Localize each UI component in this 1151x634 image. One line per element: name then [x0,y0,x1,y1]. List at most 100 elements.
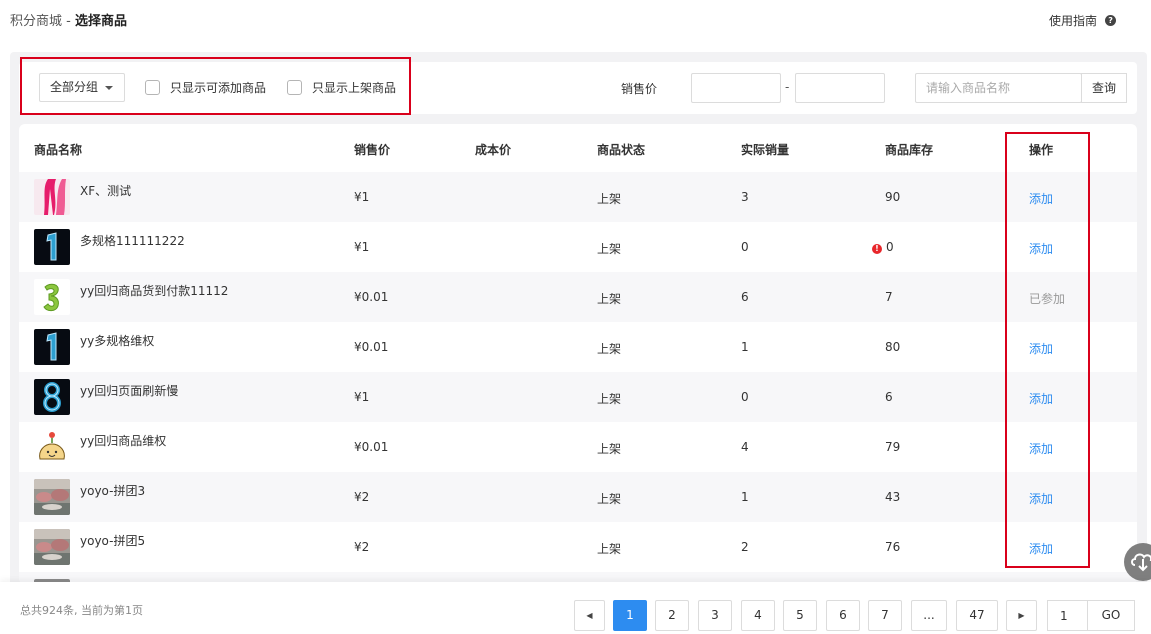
pagination-bar: 总共924条, 当前为第1页 ◀ 1 2 3 4 5 6 7 ... 47 ▶ … [0,582,1151,634]
product-thumbnail [34,279,70,315]
product-stock: 90 [885,190,901,204]
product-image-cartoon [34,429,70,465]
product-sales: 0 [741,390,749,404]
page-button-3[interactable]: 3 [698,600,732,631]
product-price: ¥1 [354,240,370,254]
page-title: 选择商品 [74,14,127,29]
usage-guide-link[interactable]: 使用指南 ? [1049,12,1117,29]
product-status: 上架 [597,442,622,456]
page-ellipsis[interactable]: ... [911,600,947,631]
product-sales: 0 [741,240,749,254]
product-image-photo [34,479,70,515]
product-thumbnail [34,229,70,265]
table-row: yy回归商品货到付款11112 ¥0.01 上架 6 7 已参加 [19,272,1137,322]
product-search-input[interactable] [915,73,1082,103]
product-table: 商品名称 销售价 成本价 商品状态 实际销量 商品库存 操作 XF、测试 ¥1 … [19,124,1137,584]
breadcrumb-app[interactable]: 积分商城 [10,14,62,29]
group-select-value: 全部分组 [50,80,99,94]
table-row: 多规格111111222 ¥1 上架 0 ! 0 添加 [19,222,1137,272]
column-header-stock: 商品库存 [885,143,934,157]
pagination-summary: 总共924条, 当前为第1页 [20,604,143,617]
download-button[interactable] [1124,543,1151,581]
add-button[interactable]: 添加 [1029,390,1053,407]
product-sales: 6 [741,290,749,304]
group-select[interactable]: 全部分组 [39,73,125,102]
breadcrumb-separator: - [62,14,75,29]
cloud-download-icon [1131,553,1151,572]
table-row: yy回归页面刷新慢 ¥1 上架 0 6 添加 [19,372,1137,422]
product-image-pink-feather [34,179,70,215]
product-price: ¥1 [354,190,370,204]
column-header-cost: 成本价 [475,143,512,157]
page-button-5[interactable]: 5 [783,600,817,631]
product-name: yy多规格维权 [80,334,155,348]
add-button[interactable]: 添加 [1029,240,1053,257]
add-button[interactable]: 添加 [1029,340,1053,357]
go-button[interactable]: GO [1087,600,1135,631]
product-thumbnail [34,479,70,515]
checkbox-box[interactable] [287,80,302,95]
product-name: yy回归页面刷新慢 [80,384,179,398]
already-joined-label: 已参加 [1029,292,1066,306]
product-status: 上架 [597,292,622,306]
product-price: ¥0.01 [354,340,389,354]
column-header-action: 操作 [1029,143,1054,157]
add-button[interactable]: 添加 [1029,490,1053,507]
table-row: yy回归商品维权 ¥0.01 上架 4 79 添加 [19,422,1137,472]
add-button[interactable]: 添加 [1029,190,1053,207]
column-header-sales: 实际销量 [741,143,790,157]
page-button-6[interactable]: 6 [826,600,860,631]
price-range-dash: - [785,80,790,94]
only-addable-label: 只显示可添加商品 [170,81,267,95]
help-icon: ? [1105,15,1117,26]
product-image-balloon-1 [34,329,70,365]
product-stock: 7 [885,290,893,304]
stock-warning-icon: ! [872,244,882,254]
table-header: 商品名称 销售价 成本价 商品状态 实际销量 商品库存 操作 [19,124,1137,172]
product-image-green-3 [34,279,70,315]
product-thumbnail [34,329,70,365]
product-name: yy回归商品货到付款11112 [80,284,229,298]
price-max-input[interactable] [795,73,885,103]
product-stock: ! 0 [872,240,894,254]
product-stock: 80 [885,340,901,354]
add-button[interactable]: 添加 [1029,440,1053,457]
next-page-button[interactable]: ▶ [1006,600,1037,631]
page-button-1[interactable]: 1 [613,600,647,631]
column-header-name: 商品名称 [34,143,83,157]
usage-guide-label: 使用指南 [1049,14,1098,28]
chevron-right-icon: ▶ [1018,611,1025,620]
checkbox-box[interactable] [145,80,160,95]
page-button-2[interactable]: 2 [655,600,689,631]
product-price: ¥2 [354,490,370,504]
product-sales: 4 [741,440,749,454]
page-button-4[interactable]: 4 [741,600,775,631]
table-row: XF、测试 ¥1 上架 3 90 添加 [19,172,1137,222]
table-row: yoyo-拼团5 ¥2 上架 2 76 添加 [19,522,1137,572]
product-status: 上架 [597,192,622,206]
prev-page-button[interactable]: ◀ [574,600,605,631]
only-on-shelf-checkbox[interactable]: 只显示上架商品 [287,79,396,96]
product-thumbnail [34,179,70,215]
price-min-input[interactable] [691,73,781,103]
breadcrumb: 积分商城 - 选择商品 [10,10,127,29]
page-button-last[interactable]: 47 [956,600,998,631]
search-button[interactable]: 查询 [1081,73,1127,103]
column-header-status: 商品状态 [597,143,646,157]
product-name: 多规格111111222 [80,234,185,248]
column-header-price: 销售价 [354,143,391,157]
page-button-7[interactable]: 7 [868,600,902,631]
product-image-photo [34,529,70,565]
table-row: yy多规格维权 ¥0.01 上架 1 80 添加 [19,322,1137,372]
page-header: 积分商城 - 选择商品 使用指南 ? [0,0,1151,40]
product-price: ¥0.01 [354,440,389,454]
only-on-shelf-label: 只显示上架商品 [312,81,397,95]
product-image-balloon-1 [34,229,70,265]
product-status: 上架 [597,542,622,556]
add-button[interactable]: 添加 [1029,540,1053,557]
page: 积分商城 - 选择商品 使用指南 ? 全部分组 只显示可添加商品 只显示上架商品… [0,0,1151,634]
product-sales: 3 [741,190,749,204]
goto-page-input[interactable] [1047,600,1087,631]
only-addable-checkbox[interactable]: 只显示可添加商品 [145,79,266,96]
product-thumbnail [34,429,70,465]
